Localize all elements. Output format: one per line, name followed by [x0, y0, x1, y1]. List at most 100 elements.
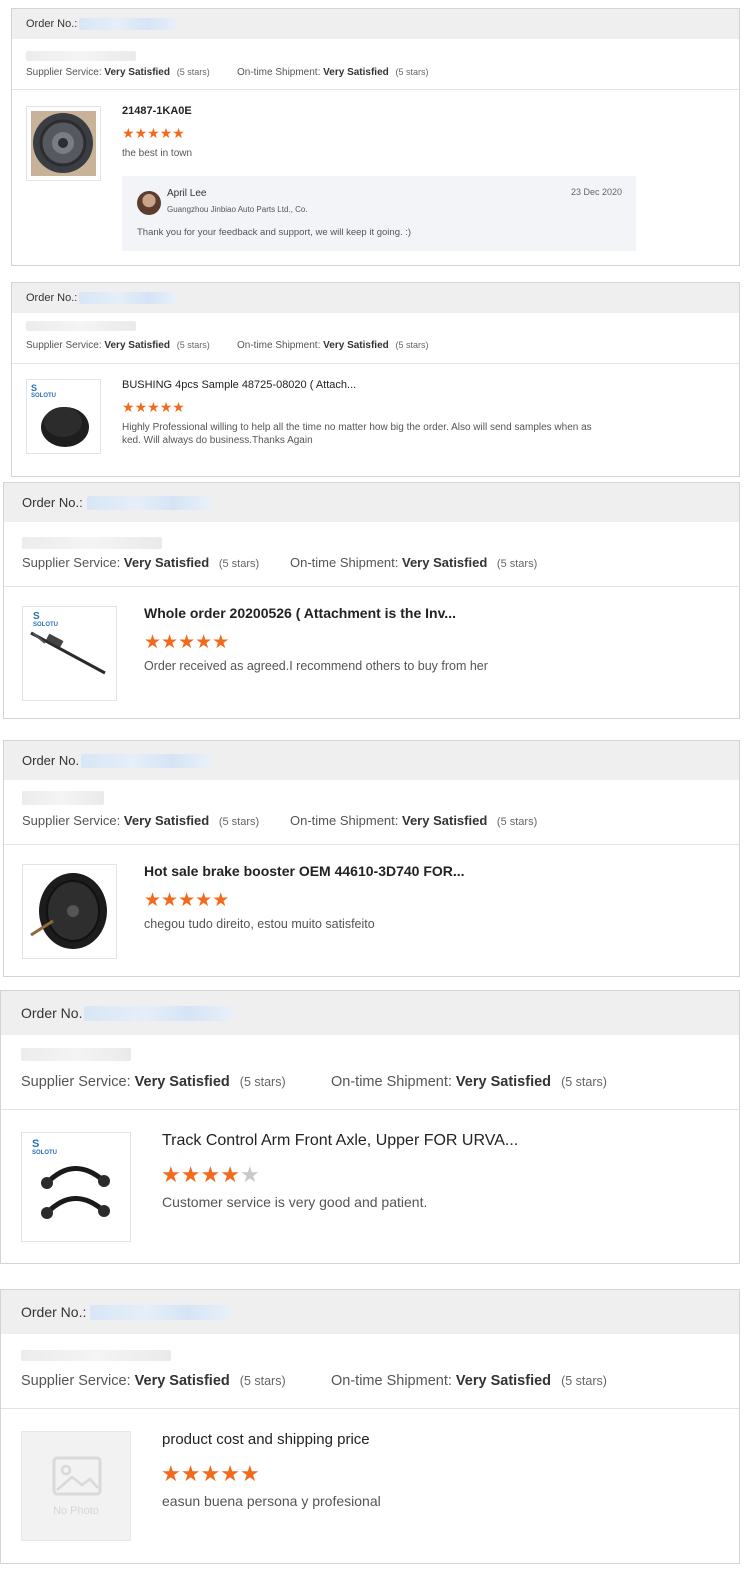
reply-author-name: April Lee: [167, 188, 207, 199]
review-card-3: Order No.: Supplier Service: Very Satisf…: [3, 482, 740, 719]
supplier-service-rating: Supplier Service: Very Satisfied (5 star…: [21, 1074, 286, 1090]
star-filled-icon: ★: [159, 125, 173, 141]
order-header: Order No.: [1, 991, 739, 1035]
star-filled-icon: ★: [220, 1162, 240, 1187]
order-header: Order No.:: [12, 9, 739, 39]
star-filled-icon: ★: [172, 125, 185, 141]
star-filled-icon: ★: [180, 1162, 201, 1187]
star-filled-icon: ★: [144, 890, 162, 911]
buyer-name-redacted: [21, 1350, 171, 1361]
divider: [12, 363, 739, 364]
review-card-1: Order No.: Supplier Service: Very Satisf…: [11, 8, 740, 266]
product-thumbnail[interactable]: [26, 106, 101, 181]
star-filled-icon: ★: [195, 632, 213, 653]
solotu-logo: S SOLOTU: [32, 1138, 57, 1156]
order-header: Order No.:: [4, 483, 739, 522]
rating-stars: ★ ★ ★ ★ ★: [144, 631, 229, 654]
rating-stars: ★ ★ ★ ★ ★: [144, 889, 229, 912]
review-comment: Order received as agreed.I recommend oth…: [144, 659, 488, 673]
shipment-rating: On-time Shipment: Very Satisfied (5 star…: [331, 1074, 607, 1090]
star-empty-icon: ★: [239, 1162, 260, 1187]
product-thumbnail[interactable]: [22, 864, 117, 959]
order-number-redacted: [84, 1005, 235, 1021]
order-number-label: Order No.: [21, 1005, 83, 1021]
order-number-redacted: [81, 753, 212, 768]
star-filled-icon: ★: [161, 1461, 181, 1486]
product-thumbnail[interactable]: S SOLOTU: [22, 606, 117, 701]
review-card-4: Order No. Supplier Service: Very Satisfi…: [3, 740, 740, 977]
solotu-logo: S SOLOTU: [33, 611, 58, 628]
star-filled-icon: ★: [161, 890, 179, 911]
review-comment: the best in town: [122, 148, 193, 159]
star-filled-icon: ★: [134, 399, 148, 415]
product-title[interactable]: BUSHING 4pcs Sample 48725-08020 ( Attach…: [122, 379, 356, 391]
divider: [4, 844, 739, 845]
rating-stars: ★ ★ ★ ★ ★: [122, 399, 185, 416]
review-card-5: Order No. Supplier Service: Very Satisfi…: [0, 990, 740, 1264]
star-filled-icon: ★: [200, 1461, 221, 1486]
seller-reply: April Lee Guangzhou Jinbiao Auto Parts L…: [122, 176, 636, 251]
shipment-rating: On-time Shipment: Very Satisfied (5 star…: [331, 1373, 607, 1389]
supplier-service-rating: Supplier Service: Very Satisfied (5 star…: [26, 340, 210, 351]
star-filled-icon: ★: [180, 1461, 201, 1486]
order-header: Order No.:: [12, 283, 739, 313]
star-filled-icon: ★: [122, 125, 135, 141]
star-filled-icon: ★: [144, 632, 162, 653]
order-number-label: Order No.:: [26, 18, 78, 30]
product-thumbnail[interactable]: S SOLOTU: [26, 379, 101, 454]
star-filled-icon: ★: [122, 399, 135, 415]
image-placeholder-icon: [52, 1456, 102, 1496]
no-photo-label: No Photo: [53, 1505, 99, 1517]
order-number-label: Order No.:: [26, 292, 78, 304]
buyer-name-redacted: [22, 537, 162, 549]
shipment-rating: On-time Shipment: Very Satisfied (5 star…: [290, 555, 538, 570]
shipment-rating: On-time Shipment: Very Satisfied (5 star…: [237, 340, 429, 351]
product-title[interactable]: 21487-1KA0E: [122, 105, 192, 117]
star-filled-icon: ★: [220, 1461, 240, 1486]
review-comment: chegou tudo direito, estou muito satisfe…: [144, 917, 375, 931]
order-number-redacted: [79, 292, 178, 304]
review-comment: Highly Professional willing to help all …: [122, 422, 592, 446]
divider: [4, 586, 739, 587]
star-filled-icon: ★: [161, 632, 179, 653]
product-title[interactable]: Whole order 20200526 ( Attachment is the…: [144, 605, 456, 621]
order-number-label: Order No.:: [22, 495, 83, 510]
rating-stars: ★ ★ ★ ★ ★: [161, 1162, 260, 1188]
product-title[interactable]: product cost and shipping price: [162, 1431, 370, 1448]
star-filled-icon: ★: [147, 399, 160, 415]
solotu-logo: S SOLOTU: [31, 383, 56, 399]
buyer-name-redacted: [26, 51, 136, 61]
buyer-name-redacted: [22, 791, 104, 805]
star-filled-icon: ★: [212, 632, 230, 653]
product-title[interactable]: Hot sale brake booster OEM 44610-3D740 F…: [144, 863, 465, 879]
product-thumbnail[interactable]: No Photo: [21, 1431, 131, 1541]
shipment-rating: On-time Shipment: Very Satisfied (5 star…: [290, 813, 538, 828]
star-filled-icon: ★: [161, 1162, 181, 1187]
buyer-name-redacted: [26, 321, 136, 331]
brake-booster-image: [30, 873, 107, 949]
shipment-rating: On-time Shipment: Very Satisfied (5 star…: [237, 67, 429, 78]
divider: [1, 1408, 739, 1409]
divider: [1, 1109, 739, 1110]
buyer-name-redacted: [21, 1048, 131, 1061]
rating-stars: ★ ★ ★ ★ ★: [122, 125, 185, 142]
product-thumbnail[interactable]: S SOLOTU: [21, 1132, 131, 1242]
order-number-label: Order No.:: [21, 1304, 87, 1320]
supplier-service-rating: Supplier Service: Very Satisfied (5 star…: [21, 1373, 286, 1389]
divider: [12, 89, 739, 90]
supplier-service-rating: Supplier Service: Very Satisfied (5 star…: [26, 67, 210, 78]
star-filled-icon: ★: [134, 125, 148, 141]
star-filled-icon: ★: [178, 890, 196, 911]
review-card-2: Order No.: Supplier Service: Very Satisf…: [11, 282, 740, 477]
avatar: [137, 191, 161, 215]
order-header: Order No.:: [1, 1290, 739, 1334]
reply-text: Thank you for your feedback and support,…: [137, 227, 412, 238]
star-filled-icon: ★: [200, 1162, 221, 1187]
star-filled-icon: ★: [159, 399, 173, 415]
supplier-service-rating: Supplier Service: Very Satisfied (5 star…: [22, 813, 260, 828]
review-card-6: Order No.: Supplier Service: Very Satisf…: [0, 1289, 740, 1564]
star-filled-icon: ★: [239, 1461, 260, 1486]
reply-date: 23 Dec 2020: [570, 187, 622, 197]
product-title[interactable]: Track Control Arm Front Axle, Upper FOR …: [162, 1132, 518, 1150]
order-header: Order No.: [4, 741, 739, 780]
